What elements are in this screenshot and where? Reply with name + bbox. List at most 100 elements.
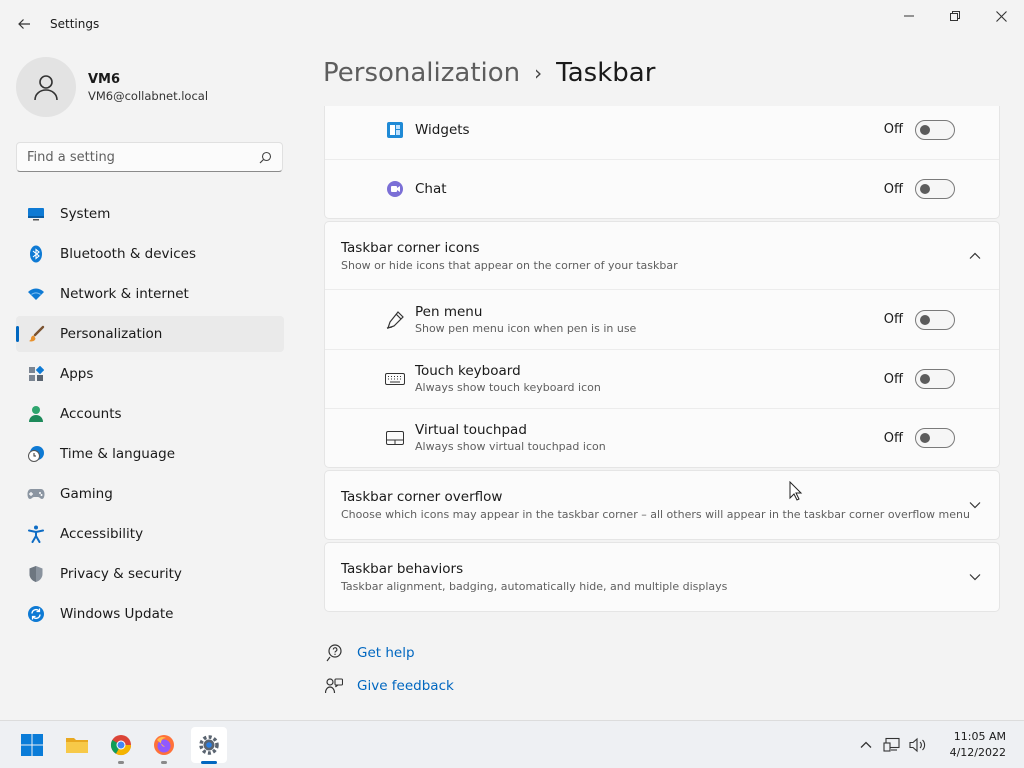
file-explorer-icon — [66, 738, 88, 753]
sidebar-item-label: Bluetooth & devices — [60, 246, 197, 262]
user-profile[interactable]: VM6 VM6@collabnet.local — [16, 57, 208, 117]
chat-toggle[interactable] — [915, 179, 955, 199]
sidebar-item-system[interactable]: System — [16, 196, 284, 232]
sidebar-item-accounts[interactable]: Accounts — [16, 396, 284, 432]
sidebar-item-label: Windows Update — [60, 606, 174, 622]
sidebar-item-label: Personalization — [60, 326, 163, 342]
chevron-down-icon[interactable] — [967, 569, 983, 585]
get-help-link[interactable]: Get help — [324, 636, 624, 669]
pen-menu-toggle-state: Off — [883, 312, 903, 327]
file-explorer-button[interactable] — [59, 727, 95, 763]
search-icon[interactable] — [259, 151, 272, 164]
pen-icon — [385, 310, 405, 330]
page-title: Taskbar — [556, 58, 656, 88]
give-feedback-link[interactable]: Give feedback — [324, 669, 624, 702]
profile-name: VM6 — [88, 71, 121, 87]
sidebar-item-label: System — [60, 206, 111, 222]
minimize-icon — [904, 15, 914, 17]
section-title: Taskbar behaviors — [341, 561, 464, 577]
chrome-button[interactable] — [103, 727, 139, 764]
virtual-touchpad-description: Always show virtual touchpad icon — [415, 440, 606, 453]
touch-keyboard-description: Always show touch keyboard icon — [415, 381, 601, 394]
clock[interactable]: 11:05 AM 4/12/2022 — [950, 729, 1006, 761]
chevron-up-icon[interactable] — [967, 248, 983, 264]
settings-scroll-area[interactable]: Widgets Off Chat Off Taskbar corner icon… — [300, 106, 1024, 720]
back-button[interactable] — [12, 12, 36, 36]
chevron-down-icon[interactable] — [967, 497, 983, 513]
start-icon — [21, 734, 43, 756]
network-icon[interactable] — [880, 733, 904, 757]
sidebar-item-gaming[interactable]: Gaming — [16, 476, 284, 512]
breadcrumb-parent[interactable]: Personalization — [323, 58, 520, 88]
bluetooth-icon — [27, 245, 45, 263]
firefox-icon — [154, 735, 174, 755]
sidebar-item-accessibility[interactable]: Accessibility — [16, 516, 284, 552]
running-indicator — [118, 761, 124, 764]
start-button[interactable] — [14, 727, 50, 763]
update-icon — [27, 605, 45, 623]
wifi-icon — [27, 285, 45, 303]
section-title: Taskbar corner overflow — [341, 489, 503, 505]
sidebar-item-time-language[interactable]: Time & language — [16, 436, 284, 472]
sidebar-item-label: Time & language — [60, 446, 176, 462]
paintbrush-icon — [27, 325, 45, 343]
search-input[interactable] — [27, 149, 259, 165]
minimize-button[interactable] — [886, 0, 932, 32]
get-help-label[interactable]: Get help — [357, 645, 415, 661]
touchpad-icon — [385, 428, 405, 448]
virtual-touchpad-toggle[interactable] — [915, 428, 955, 448]
behaviors-header[interactable]: Taskbar behaviors Taskbar alignment, bad… — [325, 543, 999, 611]
person-icon — [34, 75, 58, 101]
chat-toggle-state: Off — [883, 181, 903, 197]
sidebar-item-label: Accounts — [60, 406, 122, 422]
touch-keyboard-toggle-state: Off — [883, 371, 903, 387]
give-feedback-label[interactable]: Give feedback — [357, 678, 454, 694]
restore-button[interactable] — [932, 0, 978, 32]
sidebar-item-windows-update[interactable]: Windows Update — [16, 596, 284, 632]
close-icon — [995, 10, 1007, 22]
corner-overflow-card[interactable]: Taskbar corner overflow Choose which ico… — [324, 470, 1000, 540]
virtual-touchpad-label: Virtual touchpad — [415, 422, 527, 438]
system-tray: 11:05 AM 4/12/2022 — [854, 721, 1024, 768]
pen-menu-toggle[interactable] — [915, 309, 955, 330]
taskbar-items-card: Widgets Off Chat Off — [324, 106, 1000, 219]
sidebar-item-bluetooth[interactable]: Bluetooth & devices — [16, 236, 284, 272]
touch-keyboard-row: Touch keyboard Always show touch keyboar… — [325, 349, 999, 408]
apps-icon — [27, 365, 45, 383]
sidebar-item-apps[interactable]: Apps — [16, 356, 284, 392]
sidebar-item-privacy-security[interactable]: Privacy & security — [16, 556, 284, 592]
behaviors-card[interactable]: Taskbar behaviors Taskbar alignment, bad… — [324, 542, 1000, 612]
touch-keyboard-label: Touch keyboard — [415, 363, 521, 379]
search-box[interactable] — [16, 142, 283, 172]
help-icon — [324, 643, 344, 663]
chevron-up-icon[interactable] — [854, 733, 878, 757]
chat-icon — [385, 179, 405, 199]
monitor-icon — [27, 205, 45, 223]
volume-icon[interactable] — [906, 733, 930, 757]
close-button[interactable] — [978, 0, 1024, 32]
sidebar-item-label: Gaming — [60, 486, 113, 502]
widgets-label: Widgets — [415, 121, 470, 138]
corner-icons-header[interactable]: Taskbar corner icons Show or hide icons … — [325, 222, 999, 290]
corner-overflow-header[interactable]: Taskbar corner overflow Choose which ico… — [325, 471, 999, 539]
settings-icon — [199, 735, 219, 755]
firefox-button[interactable] — [146, 727, 182, 764]
touch-keyboard-toggle[interactable] — [915, 369, 955, 389]
settings-taskbar-button[interactable] — [191, 727, 227, 764]
running-indicator — [161, 761, 167, 764]
chat-label: Chat — [415, 181, 447, 197]
widgets-toggle[interactable] — [915, 119, 955, 140]
avatar — [16, 57, 76, 117]
sidebar-item-personalization[interactable]: Personalization — [16, 316, 284, 352]
sidebar-item-network[interactable]: Network & internet — [16, 276, 284, 312]
nav-list: System Bluetooth & devices Network & int… — [16, 196, 284, 636]
breadcrumb: Personalization › Taskbar — [323, 58, 655, 88]
section-title: Taskbar corner icons — [341, 240, 480, 256]
breadcrumb-separator: › — [534, 61, 543, 85]
sidebar: VM6 VM6@collabnet.local System Bluetooth… — [0, 48, 300, 720]
feedback-icon — [324, 676, 344, 696]
sidebar-item-label: Privacy & security — [60, 566, 182, 582]
window-controls — [886, 0, 1024, 32]
person-icon — [27, 405, 45, 423]
chat-row: Chat Off — [325, 159, 999, 218]
